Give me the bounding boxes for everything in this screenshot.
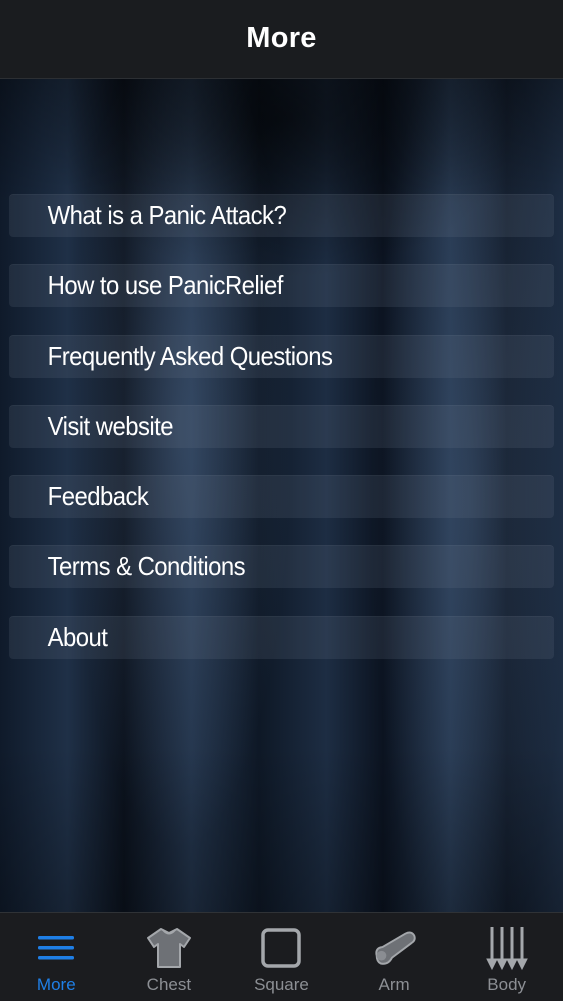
tab-square[interactable]: Square [225, 913, 338, 1001]
menu-item-label: Frequently Asked Questions [47, 340, 333, 371]
hamburger-menu-icon [31, 925, 81, 971]
tab-more[interactable]: More [0, 913, 113, 1001]
page-title: More [246, 21, 317, 54]
tab-label: Arm [378, 975, 410, 994]
arm-icon [369, 925, 419, 971]
down-arrows-icon [482, 925, 532, 971]
tab-bar: More Chest Square Arm Body [0, 912, 563, 1001]
tab-chest[interactable]: Chest [113, 913, 226, 1001]
menu-item-about[interactable]: About [9, 615, 554, 659]
menu-item-label: What is a Panic Attack? [47, 200, 287, 230]
tab-label: More [36, 975, 76, 994]
tab-label: Square [254, 975, 309, 994]
menu-item-how-to-use[interactable]: How to use PanicRelief [9, 264, 554, 308]
menu-item-label: How to use PanicRelief [47, 270, 284, 301]
menu-item-what-is-panic-attack[interactable]: What is a Panic Attack? [9, 194, 554, 237]
menu-item-label: Feedback [47, 481, 149, 512]
tab-label: Body [487, 975, 527, 994]
menu-item-terms-conditions[interactable]: Terms & Conditions [9, 545, 554, 589]
menu-list: What is a Panic Attack? How to use Panic… [9, 194, 554, 686]
t-shirt-icon [144, 925, 194, 971]
menu-item-visit-website[interactable]: Visit website [9, 404, 554, 448]
square-icon [256, 925, 306, 971]
menu-item-faq[interactable]: Frequently Asked Questions [9, 334, 554, 378]
tab-arm[interactable]: Arm [338, 913, 451, 1001]
menu-item-label: About [47, 621, 108, 652]
navigation-bar: More [0, 0, 563, 79]
menu-item-feedback[interactable]: Feedback [9, 475, 554, 519]
content-area: What is a Panic Attack? How to use Panic… [0, 79, 563, 912]
tab-label: Chest [146, 975, 192, 994]
menu-item-label: Terms & Conditions [47, 551, 246, 582]
menu-item-label: Visit website [47, 410, 174, 441]
tab-body[interactable]: Body [450, 913, 563, 1001]
